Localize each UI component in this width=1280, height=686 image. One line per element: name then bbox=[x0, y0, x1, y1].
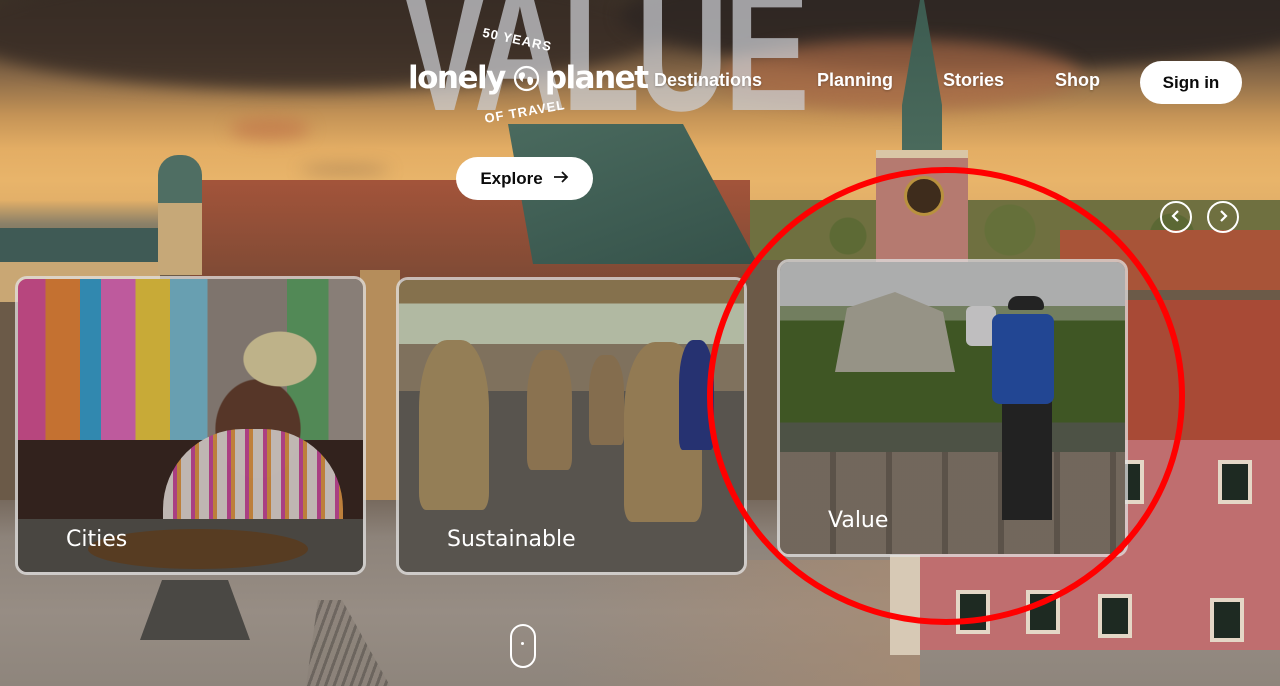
card-label: Cities bbox=[66, 527, 128, 552]
carousel-prev-button[interactable] bbox=[1160, 201, 1192, 233]
card-value[interactable]: Value bbox=[777, 259, 1128, 557]
sunlit-square bbox=[560, 560, 920, 686]
nav-destinations[interactable]: Destinations bbox=[654, 70, 762, 91]
logo-anniversary-bottom: OF TRAVEL bbox=[483, 97, 567, 126]
logo-word-planet: planet bbox=[544, 60, 649, 96]
chevron-left-icon bbox=[1170, 209, 1182, 226]
mouse-scroll-icon[interactable] bbox=[510, 624, 536, 668]
globe-icon bbox=[513, 64, 540, 92]
window bbox=[1218, 460, 1252, 504]
left-roof bbox=[0, 228, 160, 264]
castle-clock-tower bbox=[872, 0, 972, 268]
window bbox=[1098, 594, 1132, 638]
sign-in-button[interactable]: Sign in bbox=[1140, 61, 1242, 104]
lonely-planet-logo[interactable]: 50 YEARS lonely planet OF TRAVEL bbox=[408, 25, 649, 130]
explore-button[interactable]: Explore bbox=[456, 157, 593, 200]
logo-word-lonely: lonely bbox=[408, 60, 506, 96]
nav-planning[interactable]: Planning bbox=[817, 70, 893, 91]
card-sustainable[interactable]: Sustainable bbox=[396, 277, 747, 575]
window bbox=[1210, 598, 1244, 642]
nav-shop[interactable]: Shop bbox=[1055, 70, 1100, 91]
cloud bbox=[230, 118, 310, 140]
tiled-roof bbox=[1120, 300, 1280, 440]
cloud bbox=[300, 166, 390, 174]
logo-anniversary-top: 50 YEARS bbox=[481, 24, 554, 55]
card-label: Value bbox=[828, 508, 889, 533]
stone-corner bbox=[890, 555, 920, 655]
clock-face bbox=[904, 176, 944, 216]
church-tower bbox=[158, 155, 202, 275]
window bbox=[1026, 590, 1060, 634]
nav-stories[interactable]: Stories bbox=[943, 70, 1004, 91]
tenement-building bbox=[360, 270, 400, 500]
tower-spire bbox=[902, 0, 942, 150]
arrow-right-icon bbox=[553, 168, 569, 189]
explore-label: Explore bbox=[480, 168, 543, 188]
card-cities[interactable]: Cities bbox=[15, 276, 366, 575]
logo-wordmark: lonely planet bbox=[408, 60, 649, 96]
chevron-right-icon bbox=[1217, 209, 1229, 226]
carousel-next-button[interactable] bbox=[1207, 201, 1239, 233]
card-label: Sustainable bbox=[447, 527, 576, 552]
scroll-wheel-dot bbox=[521, 642, 524, 645]
hero-section: VALUE 50 YEARS lonely planet OF TRAVEL De… bbox=[0, 0, 1280, 686]
window bbox=[956, 590, 990, 634]
